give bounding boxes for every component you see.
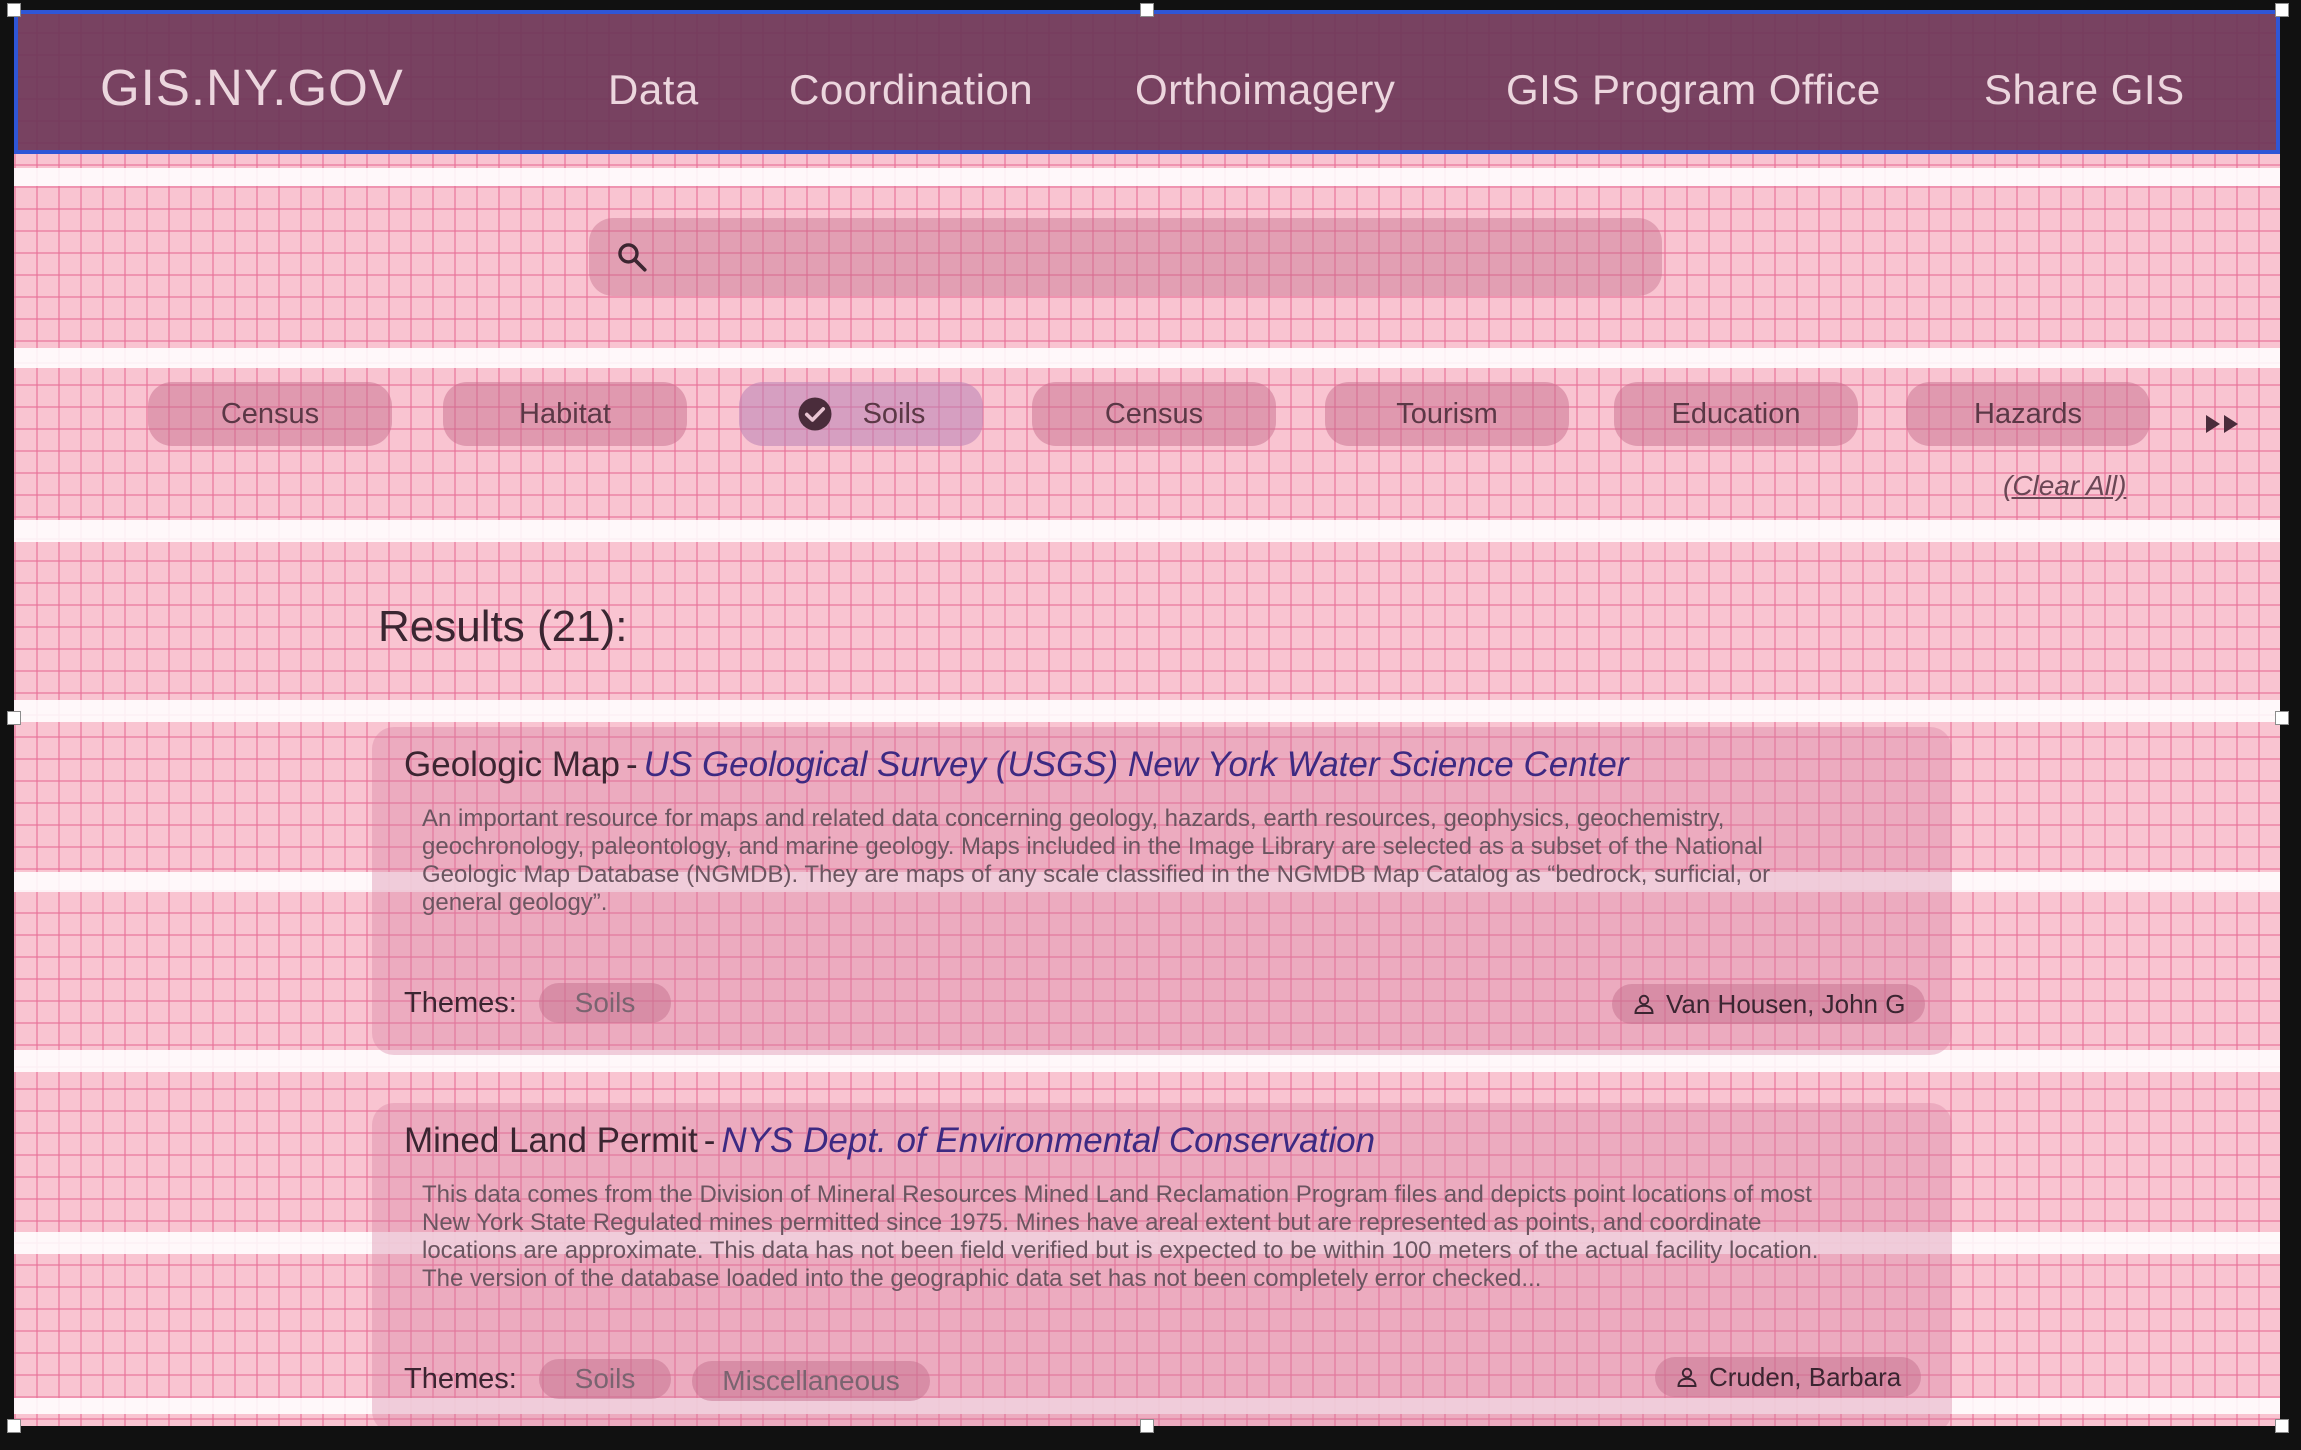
filter-chip-label: Census: [220, 397, 320, 430]
nav-link-orthoimagery[interactable]: Orthoimagery: [1135, 66, 1395, 114]
author-badge[interactable]: Cruden, Barbara: [1655, 1357, 1922, 1397]
resize-handle-top-left[interactable]: [7, 3, 21, 17]
results-heading: Results (21):: [378, 602, 628, 651]
result-publisher[interactable]: US Geological Survey (USGS) New York Wat…: [644, 745, 1629, 784]
resize-handle-bottom-left[interactable]: [7, 1419, 21, 1433]
filter-chip-label: Education: [1671, 397, 1801, 430]
filter-chip-soils[interactable]: Soils: [739, 382, 983, 446]
filter-chip-habitat[interactable]: Habitat: [443, 382, 687, 446]
clear-all-link[interactable]: (Clear All): [2003, 470, 2126, 502]
result-card-header: Geologic Map - US Geological Survey (USGS)…: [404, 745, 1629, 785]
filter-chip-hazards[interactable]: Hazards: [1906, 382, 2150, 446]
nav-link-gis-program-office[interactable]: GIS Program Office: [1506, 66, 1881, 114]
result-card-header: Mined Land Permit - NYS Dept. of Environme…: [404, 1121, 1375, 1161]
top-nav-bar: GIS.NY.GOV Data Coordination Orthoimager…: [14, 10, 2280, 154]
filter-chip-tourism[interactable]: Tourism: [1325, 382, 1569, 446]
nav-link-coordination[interactable]: Coordination: [789, 66, 1033, 114]
themes-label: Themes:: [404, 1363, 517, 1395]
filter-chip-census[interactable]: Census: [148, 382, 392, 446]
title-separator: -: [703, 1121, 716, 1160]
filter-chip-label: Soils: [862, 397, 926, 430]
site-logo[interactable]: GIS.NY.GOV: [100, 58, 404, 117]
author-badge[interactable]: Van Housen, John G: [1612, 984, 1926, 1024]
nav-link-data[interactable]: Data: [608, 66, 699, 114]
resize-handle-bottom-right[interactable]: [2275, 1419, 2289, 1433]
filter-chip-label: Hazards: [1974, 397, 2082, 430]
filter-chip-label: Habitat: [519, 397, 611, 430]
title-separator: -: [625, 745, 638, 784]
search-icon[interactable]: [615, 240, 649, 274]
themes-label: Themes:: [404, 987, 517, 1019]
page-frame: GIS.NY.GOV Data Coordination Orthoimager…: [14, 10, 2280, 1426]
resize-handle-right[interactable]: [2275, 711, 2289, 725]
result-description: This data comes from the Division of Min…: [422, 1181, 1819, 1292]
author-name: Van Housen, John G: [1666, 988, 1906, 1019]
theme-tag-soils[interactable]: Soils: [539, 1359, 671, 1399]
search-input[interactable]: [589, 218, 1662, 296]
filter-chip-label: Tourism: [1396, 397, 1498, 430]
author-name: Cruden, Barbara: [1709, 1361, 1902, 1392]
filter-chip-census-2[interactable]: Census: [1032, 382, 1276, 446]
result-card[interactable]: Geologic Map - US Geological Survey (USGS)…: [372, 727, 1952, 1055]
theme-tag-soils[interactable]: Soils: [539, 983, 671, 1023]
result-title[interactable]: Mined Land Permit: [404, 1121, 698, 1160]
result-card[interactable]: Mined Land Permit - NYS Dept. of Environme…: [372, 1103, 1952, 1426]
result-description: An important resource for maps and relat…: [422, 805, 1771, 916]
theme-tag-miscellaneous[interactable]: Miscellaneous: [692, 1361, 930, 1401]
result-publisher[interactable]: NYS Dept. of Environmental Conservation: [721, 1121, 1375, 1160]
filter-chip-education[interactable]: Education: [1614, 382, 1858, 446]
checkmark-circle-icon: [798, 397, 832, 431]
user-icon: [1634, 994, 1654, 1014]
nav-link-share-gis[interactable]: Share GIS: [1984, 66, 2185, 114]
filter-chip-label: Census: [1104, 397, 1204, 430]
double-chevron-right-icon[interactable]: [2204, 412, 2244, 436]
resize-handle-bottom[interactable]: [1140, 1419, 1154, 1433]
resize-handle-top-right[interactable]: [2275, 3, 2289, 17]
resize-handle-top[interactable]: [1140, 3, 1154, 17]
resize-handle-left[interactable]: [7, 711, 21, 725]
user-icon: [1677, 1367, 1697, 1387]
result-title[interactable]: Geologic Map: [404, 745, 620, 784]
